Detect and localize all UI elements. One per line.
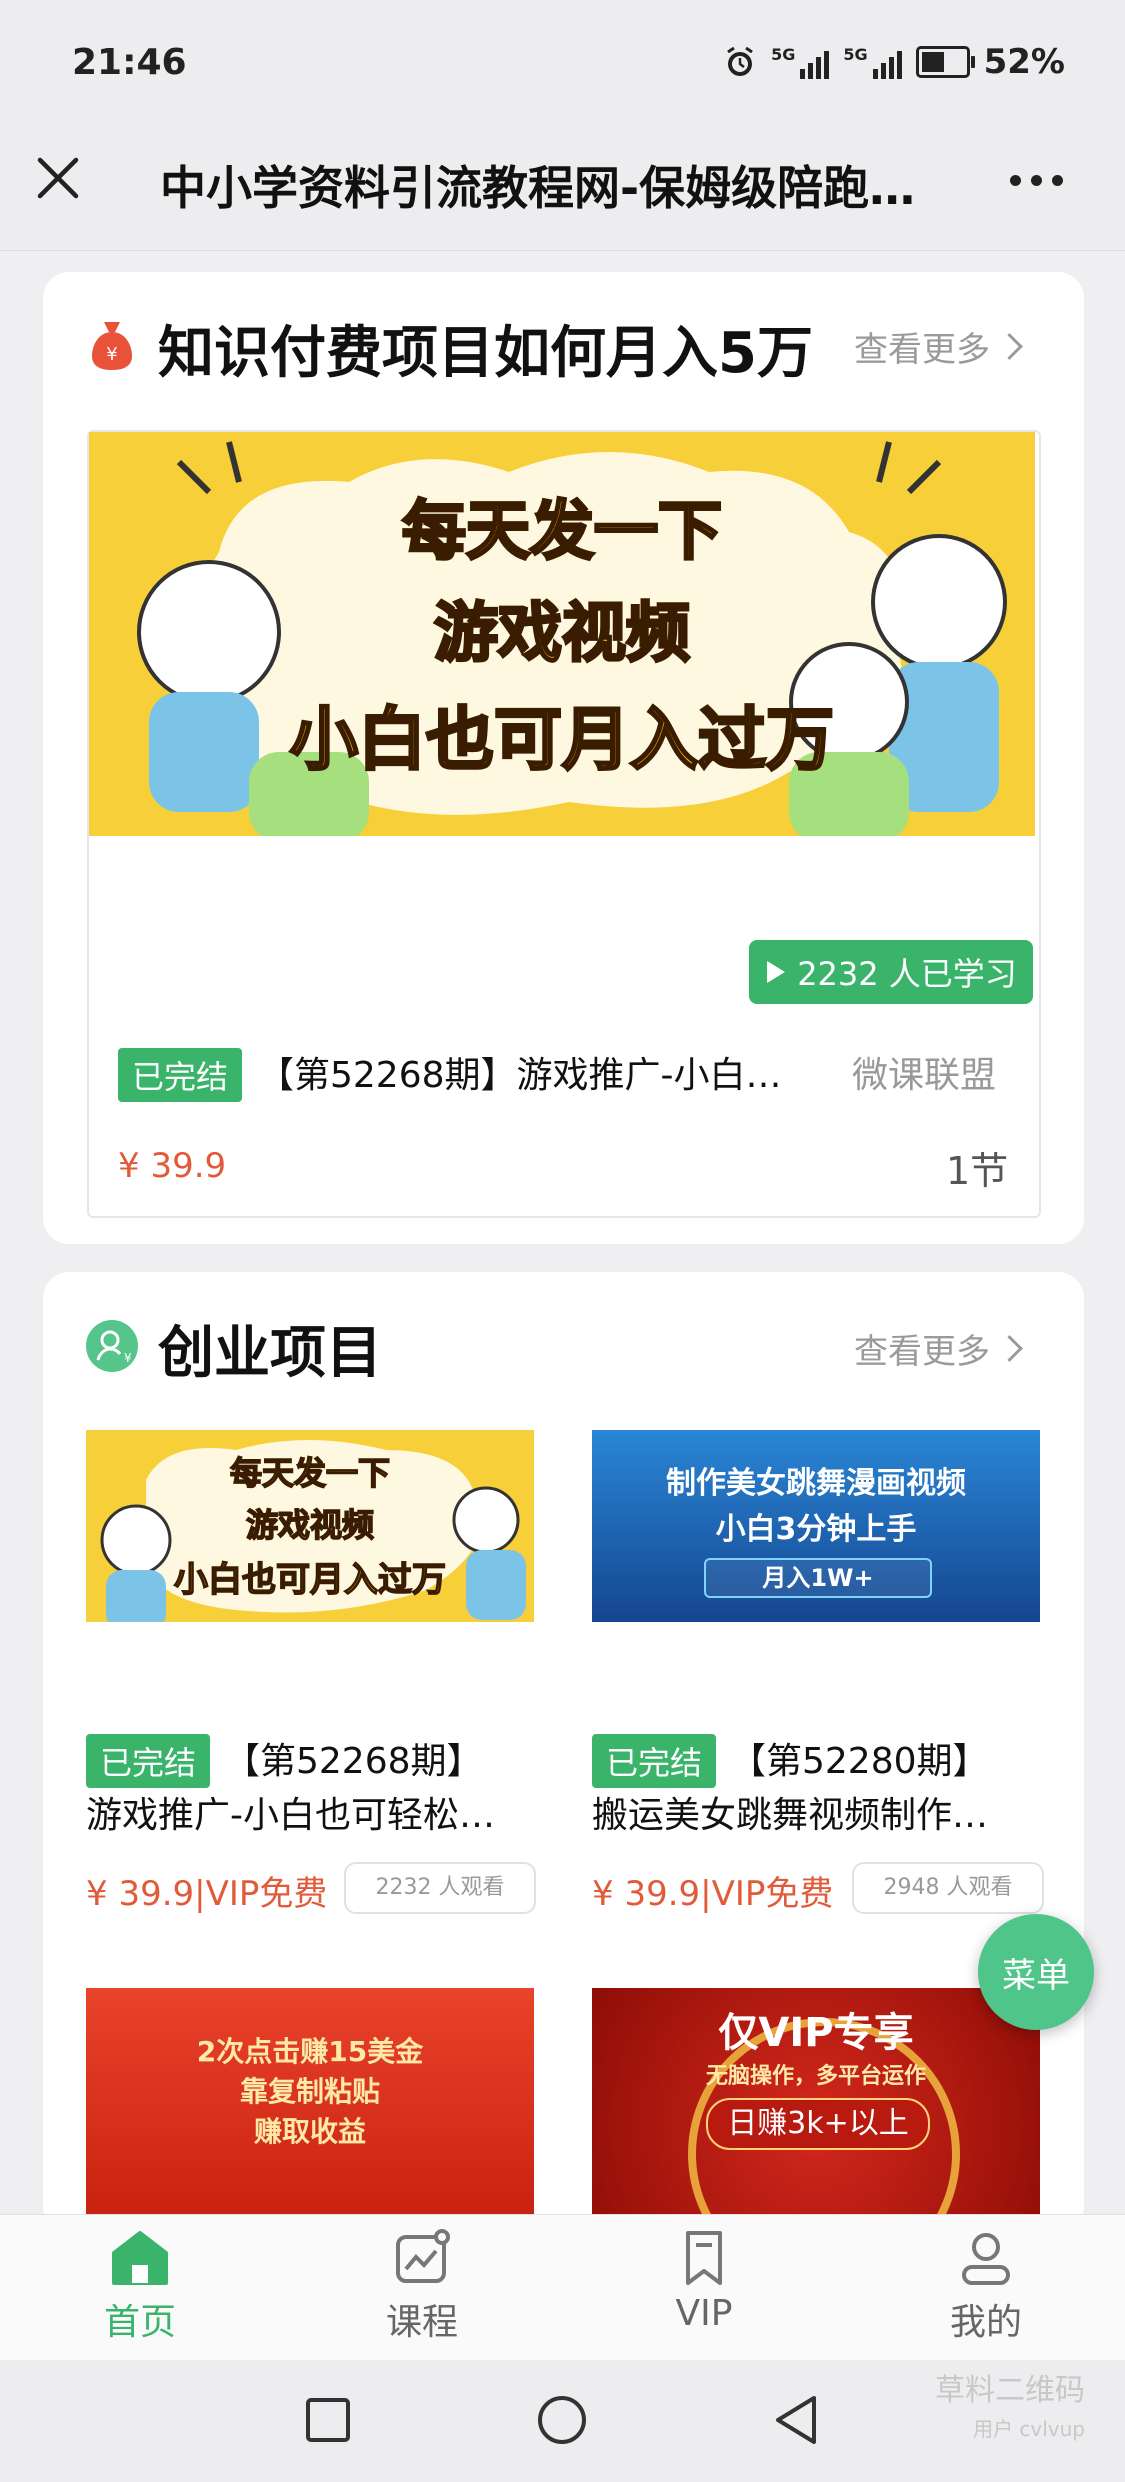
nav-profile[interactable]: 我的 (906, 2229, 1066, 2345)
svg-text:¥: ¥ (124, 1351, 132, 1365)
close-icon (37, 157, 79, 199)
lesson-count: 1节 (946, 1149, 1009, 1193)
course-price: ¥ 39.9 (118, 1146, 227, 1186)
banner-text-1: 每天发一下 (229, 1453, 391, 1493)
nav-course[interactable]: 课程 (342, 2229, 502, 2345)
banner-text-2: 靠复制粘贴 (239, 2075, 380, 2108)
user-icon (962, 2233, 1010, 2285)
banner-text-1: 每天发一下 (401, 494, 724, 571)
watermark-line1: 草料二维码 (935, 2373, 1085, 2408)
banner-text-1: 制作美女跳舞漫画视频 (666, 1466, 966, 1501)
banner-text-3: 小白也可月入过万 (173, 1559, 447, 1601)
item-price: ¥ 39.9|VIP免费 (86, 1874, 328, 1914)
see-more-knowledge[interactable]: 查看更多 (854, 322, 1023, 371)
views-count: 2948 人观看 (852, 1862, 1044, 1914)
watermark-line2: 用户 cvlvup (973, 2417, 1085, 2441)
learners-count: 2232 人已学习 (797, 955, 1017, 993)
item-period: 【第52280期】 (730, 1741, 989, 1782)
bottom-nav: 首页 课程 VIP 我的 (0, 2214, 1125, 2361)
bookmark-icon (686, 2231, 722, 2285)
banner-text-3: 小白也可月入过万 (288, 700, 835, 782)
item-price: ¥ 39.9|VIP免费 (592, 1874, 834, 1914)
status-badge: 已完结 (118, 1048, 243, 1102)
course-title: 【第52268期】游戏推广-小白… (258, 1055, 782, 1096)
nav-home[interactable]: 首页 (60, 2229, 220, 2345)
nav-label: 首页 (103, 2302, 176, 2343)
grid-banner-4[interactable]: 仅VIP专享 无脑操作，多平台运作 日赚3k+以上 (592, 1988, 1040, 2214)
banner-text-1: 2次点击赚15美金 (196, 2035, 424, 2068)
grid-banner-3[interactable]: 2次点击赚15美金 靠复制粘贴 赚取收益 (86, 1988, 534, 2214)
home-circle-icon[interactable] (536, 2394, 588, 2446)
views-count: 2232 人观看 (344, 1862, 536, 1914)
floating-menu-button[interactable]: 菜单 (978, 1914, 1094, 2030)
status-badge: 已完结 (86, 1734, 211, 1788)
nav-label: 课程 (385, 2302, 458, 2343)
signal-icon-2: 5G (843, 45, 902, 79)
nav-label: 我的 (949, 2302, 1022, 2343)
banner-text-3: 月入1W+ (704, 1558, 932, 1598)
recent-apps-icon[interactable] (304, 2396, 352, 2444)
chevron-right-icon (996, 1335, 1023, 1362)
grid-banner-1[interactable]: 每天发一下 游戏视频 小白也可月入过万 (86, 1430, 534, 1622)
banner-text-3: 赚取收益 (253, 2115, 366, 2148)
money-bag-icon: ¥ (92, 322, 132, 370)
see-more-label: 查看更多 (854, 1332, 990, 1372)
close-button[interactable] (30, 150, 86, 206)
banner-text-2: 游戏视频 (245, 1505, 375, 1545)
item-period: 【第52268期】 (224, 1741, 483, 1782)
section-title-knowledge: 知识付费项目如何月入5万 (158, 321, 813, 386)
status-indicators: 5G 5G 52% (723, 42, 1065, 82)
nav-vip[interactable]: VIP (624, 2229, 784, 2334)
learners-badge: 2232 人已学习 (749, 940, 1033, 1004)
banner-text-2: 小白3分钟上手 (715, 1512, 917, 1547)
banner-text-2: 游戏视频 (433, 596, 692, 673)
nav-label: VIP (675, 2293, 733, 2334)
page-title: 中小学资料引流教程网-保姆级陪跑… (160, 161, 916, 215)
signal-icon: 5G (771, 45, 830, 79)
banner-text-1: 仅VIP专享 (718, 2010, 914, 2056)
item-title: 游戏推广-小白也可轻松… (86, 1795, 495, 1836)
svg-text:¥: ¥ (106, 344, 117, 365)
banner-text-3: 日赚3k+以上 (706, 2098, 930, 2150)
section-title-startup: 创业项目 (158, 1321, 382, 1386)
watermark: 草料二维码 用户 cvlvup (935, 2372, 1085, 2448)
course-icon (396, 2229, 450, 2283)
more-options-button[interactable] (1010, 165, 1080, 195)
course-banner[interactable]: 每天发一下 游戏视频 小白也可月入过万 (89, 432, 1035, 836)
alarm-icon (727, 46, 753, 76)
chevron-right-icon (996, 333, 1023, 360)
home-icon (112, 2231, 168, 2285)
item-title: 搬运美女跳舞视频制作… (592, 1795, 989, 1836)
status-time: 21:46 (72, 42, 187, 83)
grid-banner-2[interactable]: 制作美女跳舞漫画视频 小白3分钟上手 月入1W+ (592, 1430, 1040, 1622)
battery-level: 52% (983, 42, 1065, 82)
status-badge: 已完结 (592, 1734, 717, 1788)
see-more-startup[interactable]: 查看更多 (854, 1324, 1023, 1373)
user-badge-icon: ¥ (86, 1320, 138, 1372)
battery-icon (915, 46, 975, 78)
see-more-label: 查看更多 (854, 330, 990, 370)
banner-text-2: 无脑操作，多平台运作 (705, 2064, 926, 2089)
play-icon (767, 961, 786, 983)
back-icon[interactable] (772, 2394, 820, 2446)
course-author: 微课联盟 (852, 1055, 997, 1096)
